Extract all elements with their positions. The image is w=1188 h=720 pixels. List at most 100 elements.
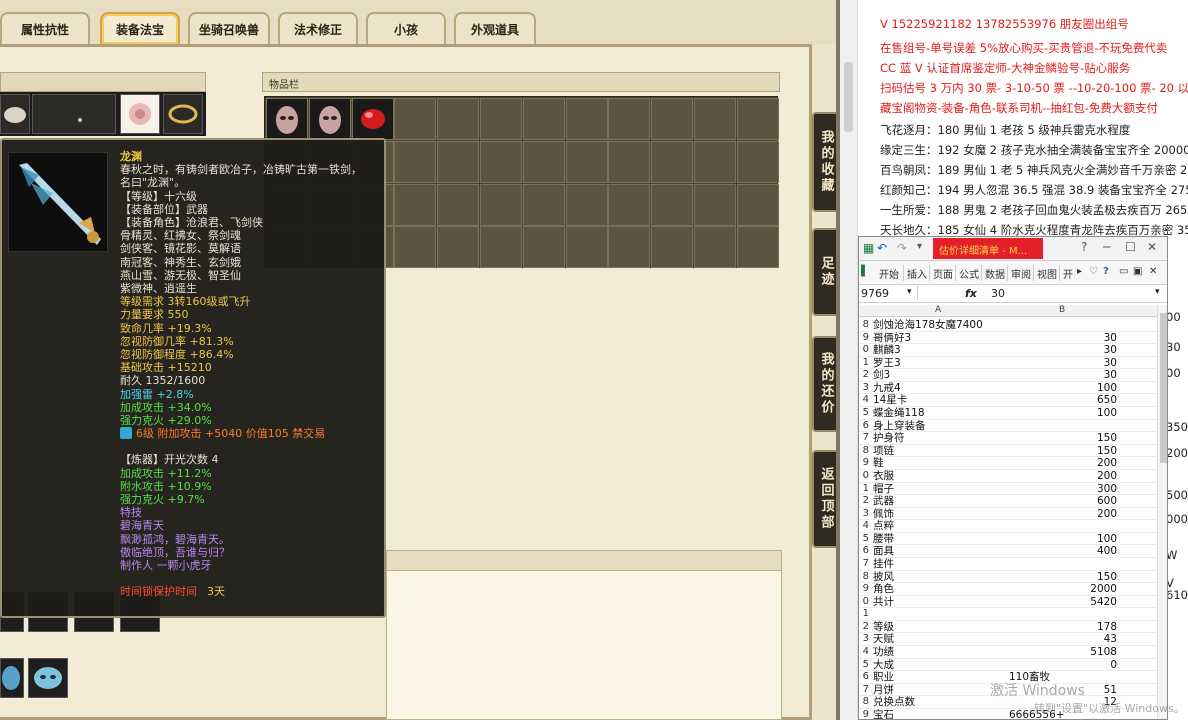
cell-a[interactable]: 月饼 <box>873 684 1007 697</box>
cell-b[interactable]: 200 <box>1007 457 1117 470</box>
row-number[interactable]: 8 <box>859 696 869 709</box>
function-icon[interactable]: fx <box>965 287 977 300</box>
inventory-slot[interactable] <box>437 98 480 140</box>
inventory-slot[interactable] <box>522 140 565 183</box>
cell-b[interactable]: 200 <box>1007 508 1117 521</box>
inventory-slot[interactable] <box>437 226 480 269</box>
tab-child[interactable]: 小孩 <box>366 12 446 44</box>
row-number[interactable]: 9 <box>859 709 869 719</box>
cell-b[interactable]: 5108 <box>1007 646 1117 659</box>
inventory-slot[interactable] <box>736 226 779 269</box>
row-number[interactable]: 1 <box>859 608 869 621</box>
inventory-slot[interactable] <box>437 140 480 183</box>
cell-a[interactable]: 腰带 <box>873 533 1007 546</box>
tab-attribute-resistance[interactable]: 属性抗性 <box>0 12 90 44</box>
row-number[interactable]: 9 <box>859 332 869 345</box>
help-circle-icon[interactable]: ? <box>1103 266 1109 277</box>
inventory-slot[interactable] <box>651 183 694 226</box>
tab-equipment-treasure[interactable]: 装备法宝 <box>100 12 180 44</box>
cell-a[interactable]: 挂件 <box>873 558 1007 571</box>
ribbon-restore-icon[interactable]: ▣ <box>1133 266 1142 277</box>
minimize-icon[interactable]: ─ <box>1103 240 1110 254</box>
formula-input[interactable]: 30 <box>991 287 1005 300</box>
row-number[interactable]: 3 <box>859 382 869 395</box>
inventory-slot[interactable] <box>565 98 608 140</box>
inventory-slot[interactable] <box>437 183 480 226</box>
row-number[interactable]: 0 <box>859 470 869 483</box>
row-number[interactable]: 4 <box>859 520 869 533</box>
inventory-slot[interactable] <box>394 140 437 183</box>
cell-a[interactable]: 护身符 <box>873 432 1007 445</box>
cell-b[interactable]: 0 <box>1007 659 1117 672</box>
cell-a[interactable]: 等级 <box>873 621 1007 634</box>
cell-a[interactable]: 哥俩好3 <box>873 332 1007 345</box>
column-header-a[interactable]: A <box>935 305 941 315</box>
ribbon-close-icon[interactable]: ✕ <box>1149 266 1157 277</box>
cell-a[interactable]: 点粹 <box>873 520 1007 533</box>
cell-b[interactable]: 150 <box>1007 445 1117 458</box>
cell-a[interactable]: 剑蚀沧海178女魔7400 <box>873 319 1007 332</box>
bottom-slot-5[interactable] <box>0 658 24 698</box>
row-number[interactable]: 8 <box>859 445 869 458</box>
cell-a[interactable]: 14星卡 <box>873 394 1007 407</box>
inventory-slot[interactable] <box>565 183 608 226</box>
cell-b[interactable]: 178 <box>1007 621 1117 634</box>
cell-b[interactable]: 100 <box>1007 407 1117 420</box>
cell-a[interactable]: 项链 <box>873 445 1007 458</box>
inventory-slot[interactable] <box>608 140 651 183</box>
sheet-scroll-thumb[interactable] <box>1160 313 1167 463</box>
equip-slot-1[interactable] <box>0 94 30 134</box>
help-icon[interactable]: ? <box>1081 240 1087 254</box>
cell-b[interactable]: 2000 <box>1007 583 1117 596</box>
cell-a[interactable]: 麒麟3 <box>873 344 1007 357</box>
file-tab-icon[interactable]: ▌ <box>861 266 869 277</box>
row-number[interactable]: 1 <box>859 483 869 496</box>
cell-a[interactable]: 剑3 <box>873 369 1007 382</box>
inventory-slot[interactable] <box>522 98 565 140</box>
page-scroll-thumb[interactable] <box>844 62 853 132</box>
inventory-slot[interactable] <box>394 98 437 140</box>
cell-a[interactable]: 大成 <box>873 659 1007 672</box>
inventory-slot[interactable] <box>736 183 779 226</box>
ribbon-tab-page[interactable]: 页面 <box>933 266 953 281</box>
qat-dropdown-icon[interactable]: ▾ <box>917 241 922 252</box>
cell-b[interactable]: 30 <box>1007 332 1117 345</box>
ribbon-tab-developer[interactable]: 开 <box>1063 266 1073 281</box>
inventory-slot[interactable] <box>480 98 522 140</box>
cell-a[interactable]: 功绩 <box>873 646 1007 659</box>
row-number[interactable]: 2 <box>859 621 869 634</box>
cell-a[interactable]: 天赋 <box>873 633 1007 646</box>
tab-mount-summon[interactable]: 坐骑召唤兽 <box>188 12 270 44</box>
cell-a[interactable]: 武器 <box>873 495 1007 508</box>
row-number[interactable]: 8 <box>859 571 869 584</box>
cell-a[interactable]: 罗王3 <box>873 357 1007 370</box>
row-number[interactable]: 5 <box>859 407 869 420</box>
ribbon-tab-review[interactable]: 审阅 <box>1011 266 1031 281</box>
cell-a[interactable]: 佩饰 <box>873 508 1007 521</box>
cell-b[interactable]: 600 <box>1007 495 1117 508</box>
row-number[interactable]: 0 <box>859 344 869 357</box>
cell-a[interactable]: 鞋 <box>873 457 1007 470</box>
cell-b[interactable]: 30 <box>1007 344 1117 357</box>
inventory-slot[interactable] <box>480 140 522 183</box>
inventory-slot[interactable] <box>351 98 394 140</box>
ribbon-tab-home[interactable]: 开始 <box>879 266 899 281</box>
inventory-slot[interactable] <box>480 183 522 226</box>
inventory-slot[interactable] <box>736 98 779 140</box>
page-scrollbar[interactable] <box>840 0 858 720</box>
inventory-slot[interactable] <box>394 226 437 269</box>
ribbon-tab-data[interactable]: 数据 <box>985 266 1005 281</box>
inventory-slot[interactable] <box>651 140 694 183</box>
row-number[interactable]: 3 <box>859 508 869 521</box>
formula-expand-icon[interactable]: ▾ <box>1155 287 1160 297</box>
row-number[interactable]: 7 <box>859 684 869 697</box>
row-number[interactable]: 0 <box>859 596 869 609</box>
row-number[interactable]: 6 <box>859 671 869 684</box>
inventory-slot[interactable] <box>608 183 651 226</box>
cell-a[interactable]: 披风 <box>873 571 1007 584</box>
cell-b[interactable]: 100 <box>1007 382 1117 395</box>
row-number[interactable]: 9 <box>859 583 869 596</box>
cell-b[interactable]: 100 <box>1007 533 1117 546</box>
row-number[interactable]: 9 <box>859 457 869 470</box>
cell-a[interactable]: 身上穿装备 <box>873 420 1007 433</box>
